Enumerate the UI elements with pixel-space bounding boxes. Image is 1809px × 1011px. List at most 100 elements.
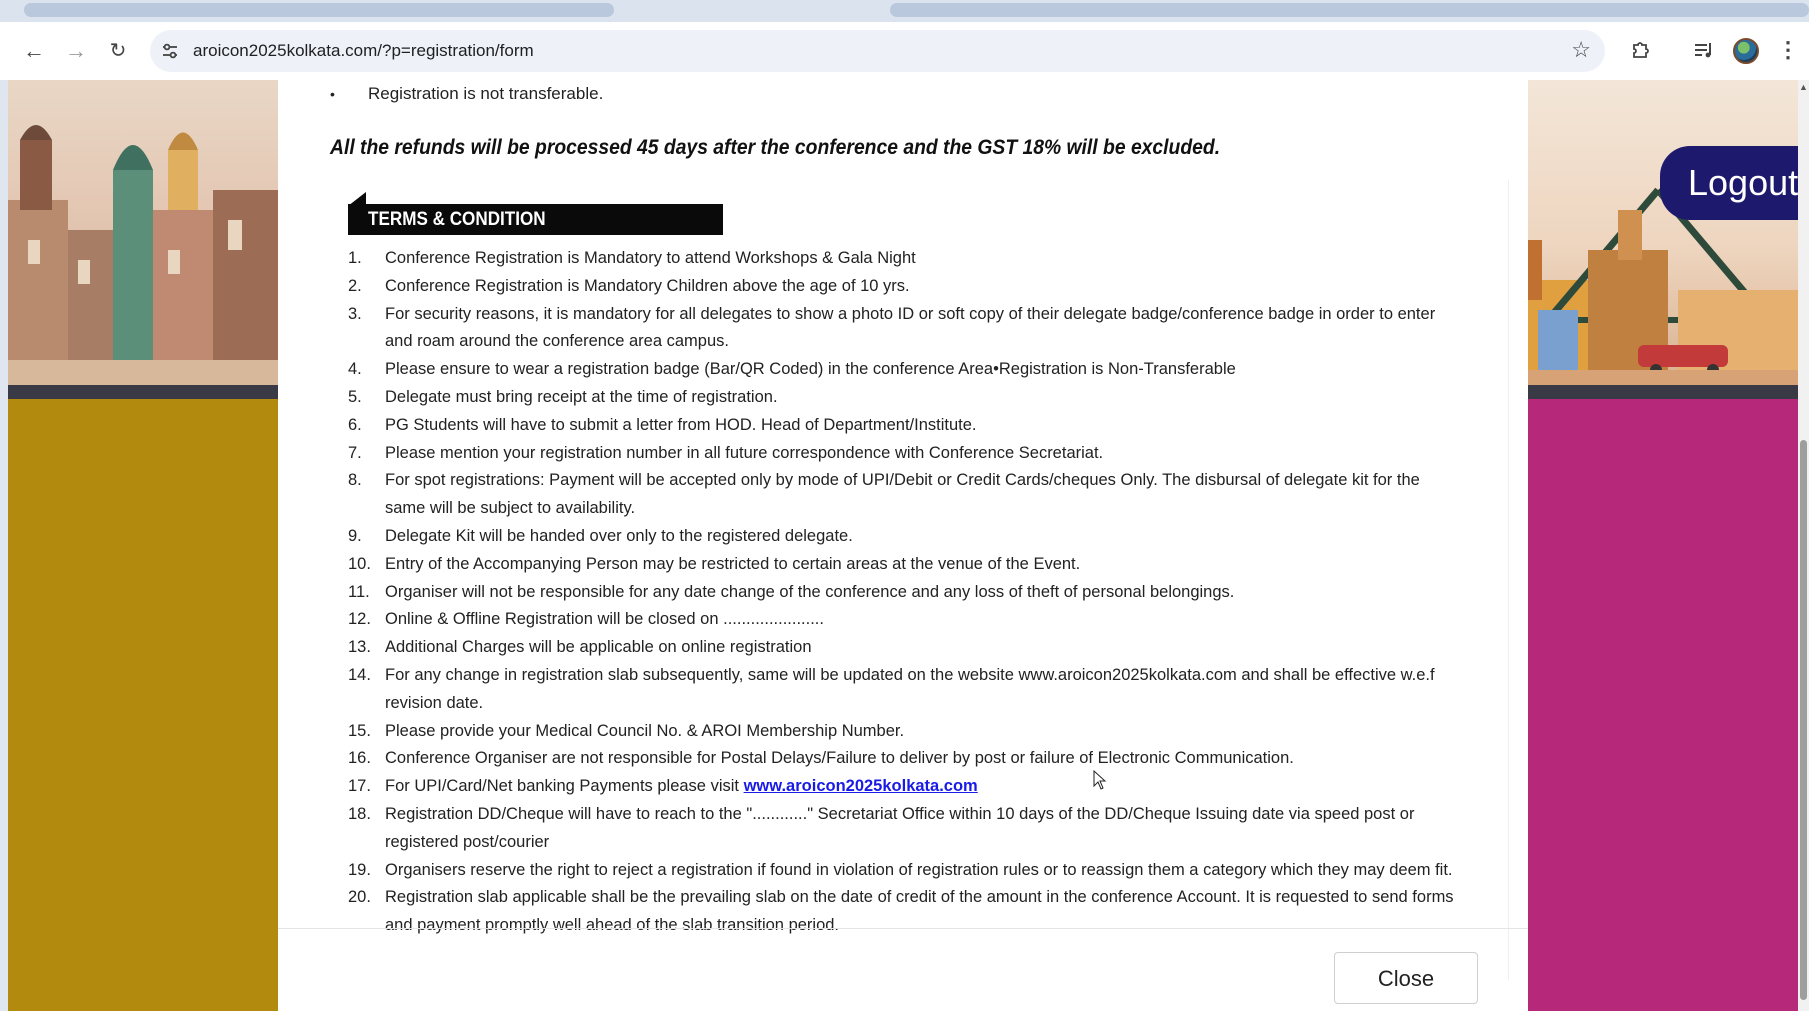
list-item-text: Delegate Kit will be handed over only to… <box>385 523 1458 551</box>
terms-list-item: 12. Online & Offline Registration will be… <box>348 606 1458 634</box>
list-item-body: Conference Organiser are not responsible… <box>385 749 1294 768</box>
tab-strip <box>0 0 1809 22</box>
list-item-text: Registration slab applicable shall be th… <box>385 884 1458 940</box>
list-item-number: 10. <box>348 554 371 573</box>
list-item-body: For UPI/Card/Net banking Payments please… <box>385 777 744 796</box>
terms-list-item: 14. For any change in registration slab s… <box>348 662 1458 718</box>
page-right-panel: Logout <box>1528 80 1809 1011</box>
list-item-number: 13. <box>348 638 371 657</box>
list-item-body: Organiser will not be responsible for an… <box>385 582 1235 601</box>
list-item-number: 11. <box>348 582 370 601</box>
list-item-number: 17. <box>348 777 371 796</box>
page-scrollbar[interactable]: ▲ <box>1798 80 1809 1011</box>
list-item-text: Entry of the Accompanying Person may be … <box>385 551 1458 579</box>
list-item-body: Delegate must bring receipt at the time … <box>385 387 778 406</box>
list-item-number: 7. <box>348 443 362 462</box>
terms-list: 1. Conference Registration is Mandatory t… <box>348 245 1458 940</box>
refund-note: All the refunds will be processed 45 day… <box>330 136 1221 159</box>
modal-footer-divider <box>278 928 1528 929</box>
reload-icon[interactable]: ↻ <box>103 36 133 66</box>
list-item-number: 19. <box>348 860 371 879</box>
list-item-text: Organiser will not be responsible for an… <box>385 579 1458 607</box>
list-item-body: Additional Charges will be applicable on… <box>385 638 812 657</box>
list-item-text: For UPI/Card/Net banking Payments please… <box>385 773 1458 801</box>
city-illustration-left <box>8 80 278 385</box>
city-illustration-right <box>1528 80 1798 385</box>
list-item-text: Conference Registration is Mandatory Chi… <box>385 273 1458 301</box>
browser-toolbar: ← → ↻ aroicon2025kolkata.com/?p=registra… <box>0 22 1809 80</box>
list-item-text: Conference Registration is Mandatory to … <box>385 245 1458 273</box>
list-item-body: Conference Registration is Mandatory Chi… <box>385 276 910 295</box>
list-item-number: 2. <box>348 276 362 295</box>
terms-list-item: 11. Organiser will not be responsible for… <box>348 579 1458 607</box>
banner-divider <box>8 385 278 399</box>
page-left-panel <box>8 80 278 1011</box>
list-item-text: Please mention your registration number … <box>385 440 1458 468</box>
url-text[interactable]: aroicon2025kolkata.com/?p=registration/f… <box>193 41 534 61</box>
list-item-body: PG Students will have to submit a letter… <box>385 415 977 434</box>
list-item-number: 5. <box>348 387 362 406</box>
list-item-text: Delegate must bring receipt at the time … <box>385 384 1458 412</box>
list-item-body: Conference Registration is Mandatory to … <box>385 249 916 267</box>
back-arrow-icon[interactable]: ← <box>19 36 49 66</box>
terms-list-item: 9. Delegate Kit will be handed over only … <box>348 523 1458 551</box>
list-item-number: 18. <box>348 804 371 823</box>
scrollbar-thumb[interactable] <box>1800 440 1807 1000</box>
media-queue-icon[interactable] <box>1690 36 1718 64</box>
terms-list-item: 19. Organisers reserve the right to rejec… <box>348 857 1458 885</box>
list-item-number: 15. <box>348 721 371 740</box>
list-item-body: Please ensure to wear a registration bad… <box>385 360 1236 379</box>
terms-heading: TERMS & CONDITION <box>348 192 723 235</box>
forward-arrow-icon[interactable]: → <box>61 36 91 66</box>
terms-list-item: 8. For spot registrations: Payment will b… <box>348 467 1458 523</box>
terms-list-item: 15. Please provide your Medical Council N… <box>348 718 1458 746</box>
list-item-number: 14. <box>348 665 371 684</box>
list-item-body: For any change in registration slab subs… <box>385 665 1435 712</box>
terms-list-item: 13. Additional Charges will be applicable… <box>348 634 1458 662</box>
list-item-text: For security reasons, it is mandatory fo… <box>385 301 1458 357</box>
list-item-body: Online & Offline Registration will be cl… <box>385 610 824 629</box>
list-item-text: Please provide your Medical Council No. … <box>385 718 1458 746</box>
bookmark-star-icon[interactable]: ☆ <box>1571 37 1591 63</box>
close-button[interactable]: Close <box>1334 952 1478 1004</box>
terms-heading-label: TERMS & CONDITION <box>368 209 546 230</box>
terms-list-item: 20. Registration slab applicable shall be… <box>348 884 1458 940</box>
list-item-text: For any change in registration slab subs… <box>385 662 1458 718</box>
browser-tab[interactable] <box>890 3 1809 17</box>
list-item-number: 16. <box>348 749 371 768</box>
list-item-text: Online & Offline Registration will be cl… <box>385 606 1458 634</box>
website-link[interactable]: www.aroicon2025kolkata.com <box>744 777 978 795</box>
list-item-body: Organisers reserve the right to reject a… <box>385 860 1453 879</box>
list-item-number: 3. <box>348 304 362 323</box>
terms-list-item: 5. Delegate must bring receipt at the tim… <box>348 384 1458 412</box>
scroll-up-arrow-icon[interactable]: ▲ <box>1798 82 1809 93</box>
terms-list-item: 3. For security reasons, it is mandatory … <box>348 301 1458 357</box>
browser-tab[interactable] <box>24 3 614 17</box>
list-item-body: Entry of the Accompanying Person may be … <box>385 554 1081 573</box>
list-item-number: 9. <box>348 526 362 545</box>
extensions-puzzle-icon[interactable] <box>1627 36 1655 64</box>
terms-list-item: 7. Please mention your registration numbe… <box>348 440 1458 468</box>
terms-list-item: 1. Conference Registration is Mandatory t… <box>348 245 1458 273</box>
logout-button[interactable]: Logout <box>1660 146 1809 220</box>
list-item-text: Conference Organiser are not responsible… <box>385 745 1458 773</box>
list-item-text: Additional Charges will be applicable on… <box>385 634 1458 662</box>
list-item-number: 8. <box>348 471 362 490</box>
bullet-dot: • <box>330 86 335 102</box>
list-item-body: Registration DD/Cheque will have to reac… <box>385 804 1415 851</box>
kebab-menu-icon[interactable]: ⋮ <box>1774 36 1802 64</box>
list-item-body: For security reasons, it is mandatory fo… <box>385 304 1436 351</box>
terms-list-item: 10. Entry of the Accompanying Person may … <box>348 551 1458 579</box>
profile-avatar[interactable] <box>1733 38 1759 64</box>
terms-list-item: 4. Please ensure to wear a registration b… <box>348 356 1458 384</box>
address-bar[interactable]: aroicon2025kolkata.com/?p=registration/f… <box>150 30 1605 72</box>
list-item-body: Please mention your registration number … <box>385 443 1104 462</box>
terms-list-item: 2. Conference Registration is Mandatory C… <box>348 273 1458 301</box>
list-item-text: Registration is not transferable. <box>368 84 604 103</box>
list-item-body: Delegate Kit will be handed over only to… <box>385 526 853 545</box>
list-item-text: Organisers reserve the right to reject a… <box>385 857 1458 885</box>
list-item-text: PG Students will have to submit a letter… <box>385 412 1458 440</box>
site-settings-icon[interactable] <box>160 41 180 61</box>
list-item-body: Please provide your Medical Council No. … <box>385 721 905 740</box>
terms-list-item: 16. Conference Organiser are not responsi… <box>348 745 1458 773</box>
